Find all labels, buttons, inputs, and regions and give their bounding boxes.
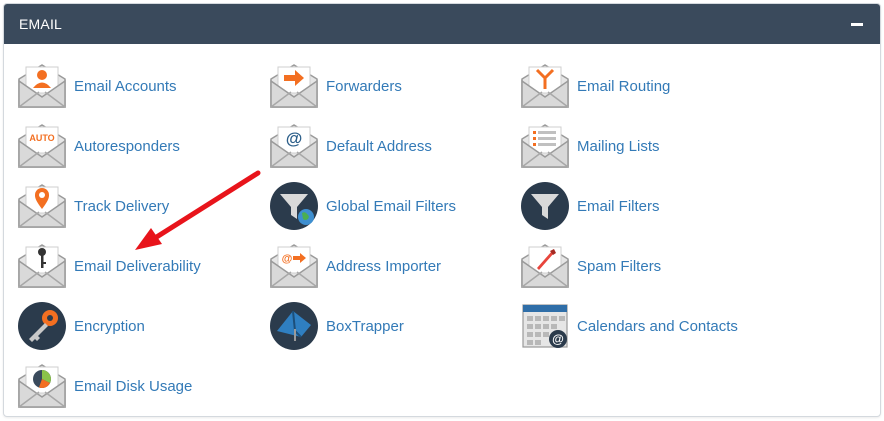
email-deliverability-icon (18, 244, 66, 288)
default-address-label: Default Address (326, 137, 432, 155)
email-deliverability-label: Email Deliverability (74, 257, 201, 275)
spam-filters-link[interactable]: Spam Filters (520, 241, 661, 291)
autoresponders-link[interactable]: AUTO Autoresponders (17, 121, 180, 171)
email-filters-icon (521, 182, 569, 230)
email-accounts-icon (18, 64, 66, 108)
svg-text:@: @ (552, 332, 564, 346)
email-accounts-link[interactable]: Email Accounts (17, 61, 177, 111)
mailing-lists-label: Mailing Lists (577, 137, 660, 155)
boxtrapper-icon (270, 302, 318, 350)
boxtrapper-label: BoxTrapper (326, 317, 404, 335)
email-routing-icon (521, 64, 569, 108)
spam-filters-icon (521, 244, 569, 288)
email-accounts-label: Email Accounts (74, 77, 177, 95)
calendars-contacts-label: Calendars and Contacts (577, 317, 738, 335)
mailing-lists-icon (521, 124, 569, 168)
track-delivery-icon (18, 184, 66, 228)
email-routing-label: Email Routing (577, 77, 671, 95)
autoresponders-icon: AUTO (18, 124, 66, 168)
boxtrapper-link[interactable]: BoxTrapper (269, 301, 404, 351)
calendars-contacts-link[interactable]: @ Calendars and Contacts (520, 301, 738, 351)
email-panel: EMAIL Email Accounts Forwarders Email Ro… (3, 3, 881, 417)
default-address-link[interactable]: @ Default Address (269, 121, 432, 171)
spam-filters-label: Spam Filters (577, 257, 662, 275)
default-address-icon: @ (270, 124, 318, 168)
email-filters-label: Email Filters (577, 197, 660, 215)
minus-icon[interactable] (850, 17, 864, 31)
svg-text:AUTO: AUTO (29, 133, 54, 143)
svg-text:@: @ (286, 129, 303, 148)
panel-title: EMAIL (19, 16, 63, 32)
email-disk-usage-label: Email Disk Usage (74, 377, 193, 395)
email-disk-usage-link[interactable]: Email Disk Usage (17, 361, 192, 411)
global-email-filters-icon (270, 182, 318, 230)
panel-header: EMAIL (4, 4, 880, 44)
svg-text:@: @ (282, 253, 293, 265)
encryption-label: Encryption (74, 317, 145, 335)
address-importer-link[interactable]: @ Address Importer (269, 241, 441, 291)
forwarders-label: Forwarders (326, 77, 402, 95)
email-routing-link[interactable]: Email Routing (520, 61, 670, 111)
global-email-filters-link[interactable]: Global Email Filters (269, 181, 456, 231)
encryption-link[interactable]: Encryption (17, 301, 145, 351)
global-email-filters-label: Global Email Filters (326, 197, 457, 215)
encryption-icon (18, 302, 66, 350)
address-importer-icon: @ (270, 244, 318, 288)
forwarders-link[interactable]: Forwarders (269, 61, 402, 111)
email-disk-usage-icon (18, 364, 66, 408)
email-deliverability-link[interactable]: Email Deliverability (17, 241, 201, 291)
track-delivery-label: Track Delivery (74, 197, 170, 215)
address-importer-label: Address Importer (326, 257, 442, 275)
email-filters-link[interactable]: Email Filters (520, 181, 660, 231)
forwarders-icon (270, 64, 318, 108)
calendars-contacts-icon: @ (522, 304, 568, 348)
mailing-lists-link[interactable]: Mailing Lists (520, 121, 660, 171)
track-delivery-link[interactable]: Track Delivery (17, 181, 169, 231)
autoresponders-label: Autoresponders (74, 137, 180, 155)
